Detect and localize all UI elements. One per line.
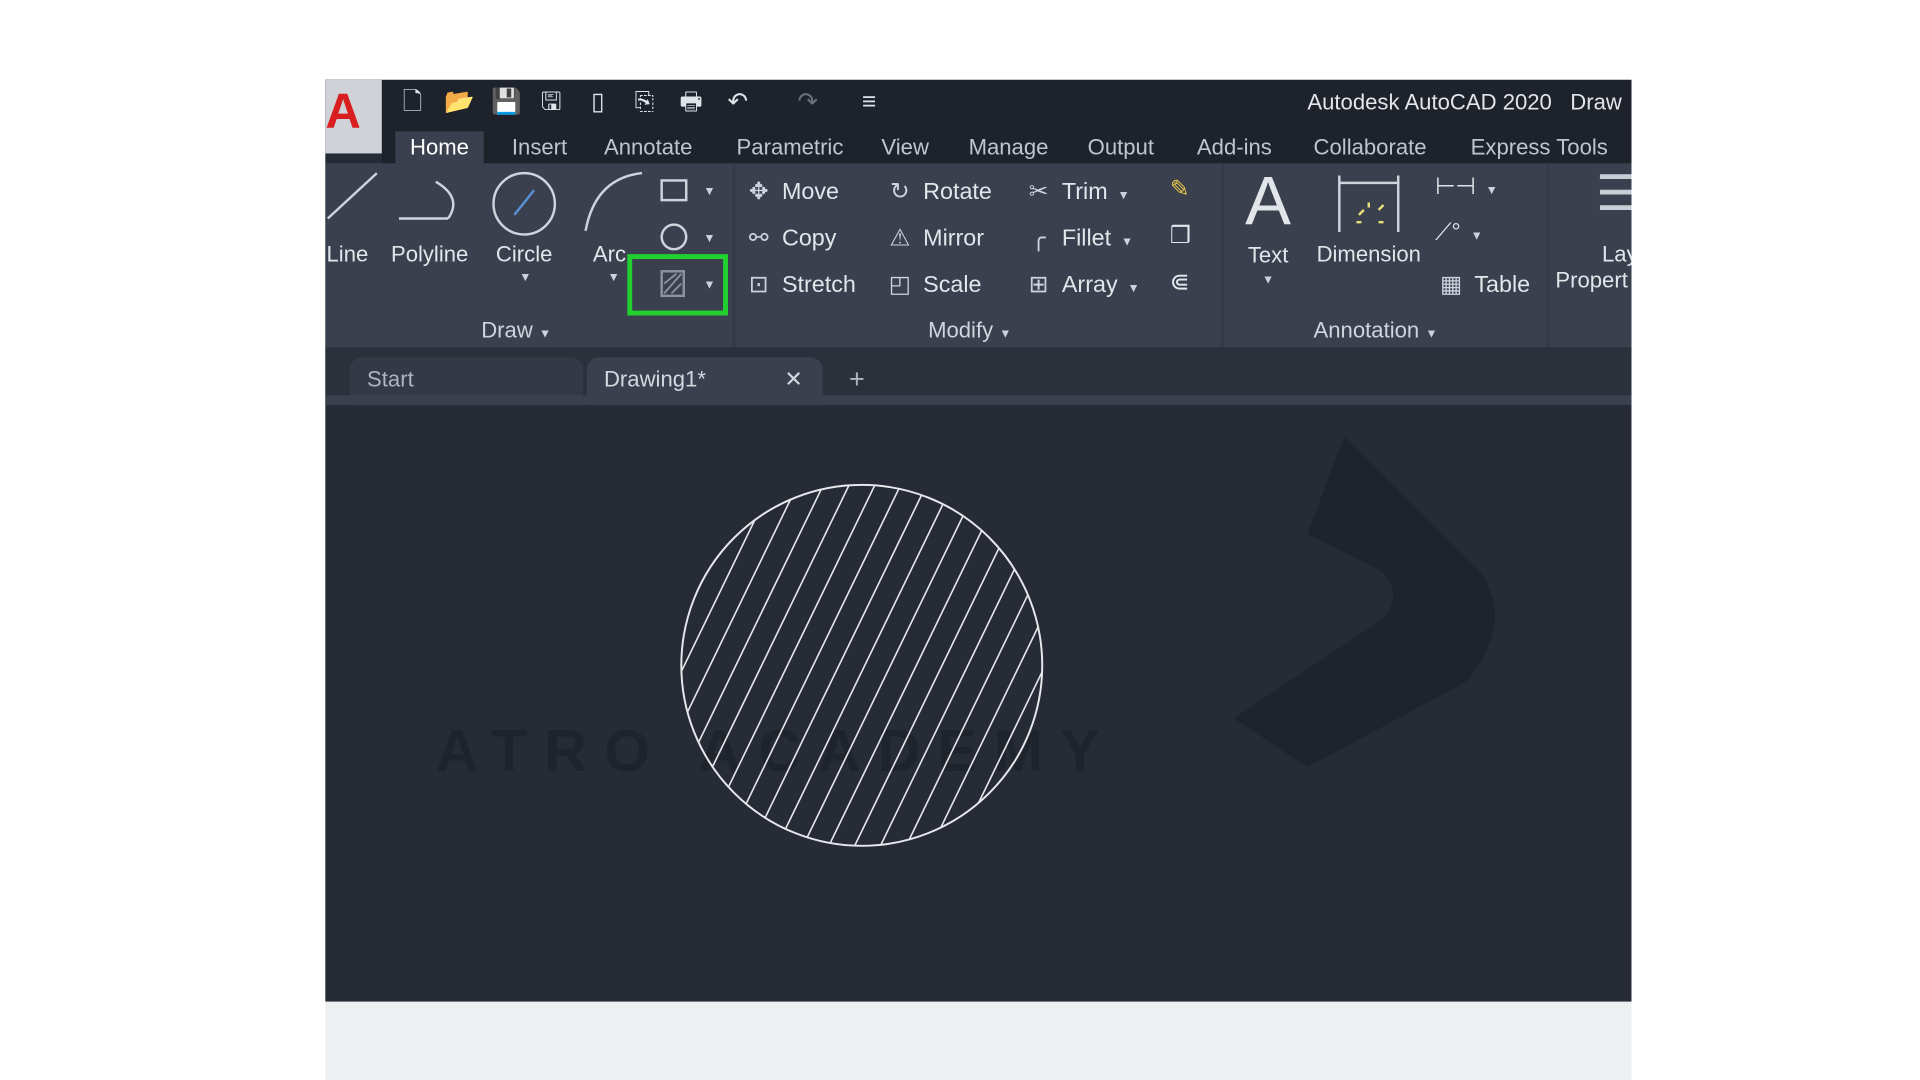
title-bar: 🗋 📂 💾 🖫 ▯ ⎘ 🖶 ↶ ↷ ≡ Autodesk AutoCAD 202…: [325, 79, 1632, 127]
tab-manage[interactable]: Manage: [954, 131, 1063, 163]
trim-button[interactable]: ✂ Trim ▼: [1023, 178, 1130, 206]
hatch-line: [1048, 479, 1049, 860]
hatch-line: [681, 484, 782, 846]
stretch-icon: ⊡: [748, 272, 769, 299]
open-web-icon[interactable]: ▯: [584, 87, 611, 116]
array-icon: ⊞: [1028, 272, 1049, 299]
modify-panel-label[interactable]: Modify ▼: [928, 318, 1011, 344]
tab-collaborate[interactable]: Collaborate: [1299, 131, 1441, 163]
tab-parametric[interactable]: Parametric: [722, 131, 858, 163]
divider: [1221, 163, 1224, 348]
linear-dimension-icon[interactable]: ⊢⊣ ▼: [1435, 173, 1498, 201]
text-icon: A: [1245, 162, 1292, 240]
fillet-button[interactable]: ╭ Fillet ▼: [1023, 225, 1134, 253]
hatch-line: [944, 484, 1043, 846]
tab-add-ins[interactable]: Add-ins: [1182, 131, 1286, 163]
autocad-logo-icon: A: [325, 84, 361, 139]
dimension-button[interactable]: Dimension: [1310, 242, 1428, 268]
draw-panel-label[interactable]: Draw ▼: [481, 318, 551, 344]
hatch-line: [681, 484, 859, 846]
mirror-button[interactable]: ⚠ Mirror: [884, 225, 984, 253]
line-button[interactable]: Line: [325, 242, 369, 268]
hatch-line: [918, 484, 1043, 846]
polyline-button[interactable]: Polyline: [387, 242, 473, 268]
rotate-button[interactable]: ↻ Rotate: [884, 178, 992, 206]
hatched-circle: [669, 479, 1049, 860]
trim-icon: ✂: [1028, 179, 1049, 206]
hatch-line: [681, 484, 705, 846]
divider: [1546, 163, 1550, 348]
hatch-button-highlight[interactable]: [627, 254, 728, 316]
copy-button[interactable]: ⚯ Copy: [743, 225, 837, 253]
tab-view[interactable]: View: [867, 131, 944, 163]
tab-annotate[interactable]: Annotate: [589, 131, 707, 163]
array-button[interactable]: ⊞ Array ▼: [1023, 271, 1140, 299]
scale-button[interactable]: ◰ Scale: [884, 271, 982, 299]
share-icon[interactable]: ⎘: [631, 87, 658, 116]
tab-home[interactable]: Home: [395, 131, 484, 164]
hatch-line: [1021, 484, 1043, 846]
hatch-line: [686, 484, 885, 846]
text-button[interactable]: Text: [1236, 243, 1300, 269]
hatch-line: [681, 484, 730, 846]
hatch-line: [669, 479, 678, 860]
divider: [732, 163, 736, 348]
tab-divider: [325, 395, 1632, 406]
customize-icon[interactable]: ≡: [856, 87, 883, 116]
tab-express-tools[interactable]: Express Tools: [1456, 131, 1623, 163]
autocad-window: 🗋 📂 💾 🖫 ▯ ⎘ 🖶 ↶ ↷ ≡ Autodesk AutoCAD 202…: [325, 79, 1632, 1002]
undo-icon[interactable]: ↶: [724, 87, 751, 116]
stretch-button[interactable]: ⊡ Stretch: [743, 271, 856, 299]
offset-icon[interactable]: ⋐: [1170, 269, 1190, 297]
mirror-icon: ⚠: [889, 225, 911, 252]
hatch-line: [764, 484, 962, 846]
annotation-panel-label[interactable]: Annotation ▼: [1314, 318, 1438, 344]
page-footer-area: [325, 1001, 1632, 1080]
app-menu-button[interactable]: A: [325, 79, 382, 154]
copy-icon: ⚯: [748, 225, 769, 252]
rectangle-dropdown-icon[interactable]: ▼: [703, 185, 715, 199]
layer-properties-icon: ☰: [1596, 166, 1632, 222]
hatch-line: [867, 484, 1043, 846]
table-button[interactable]: ▦ Table: [1435, 271, 1530, 299]
new-file-icon[interactable]: 🗋: [399, 87, 426, 116]
hatch-line: [892, 484, 1043, 846]
redo-icon[interactable]: ↷: [794, 87, 821, 116]
fillet-icon: ╭: [1031, 225, 1046, 252]
hatch-line: [738, 484, 937, 846]
hatch-line: [789, 484, 988, 846]
chevron-down-icon[interactable]: ▼: [608, 271, 620, 285]
move-icon: ✥: [748, 179, 769, 206]
app-title: Autodesk AutoCAD 2020 Draw: [1307, 89, 1622, 115]
layer-properties-button[interactable]: LayerPropert: [1555, 242, 1631, 294]
tab-output[interactable]: Output: [1073, 131, 1169, 163]
leader-icon[interactable]: ⟋° ▼: [1435, 220, 1483, 247]
open-folder-icon[interactable]: 📂: [444, 87, 475, 116]
scale-icon: ◰: [888, 272, 911, 299]
table-icon: ▦: [1439, 272, 1463, 299]
hatch-line: [841, 484, 1040, 846]
move-button[interactable]: ✥ Move: [743, 178, 839, 206]
ellipse-dropdown-icon[interactable]: ▼: [703, 232, 715, 246]
rotate-icon: ↻: [890, 179, 910, 206]
save-as-icon[interactable]: 🖫: [538, 87, 565, 116]
hatch-line: [681, 484, 834, 846]
erase-icon[interactable]: ✎: [1170, 176, 1190, 204]
chevron-down-icon[interactable]: ▼: [519, 271, 531, 285]
arc-button[interactable]: Arc: [593, 242, 630, 268]
dimension-icon: [1338, 175, 1400, 233]
hatch-line: [970, 484, 1043, 846]
explode-icon[interactable]: ❒: [1170, 222, 1191, 250]
ribbon: Line Polyline Circle Arc ▼ ▼ ▼ ▼ ▼ Draw …: [325, 162, 1632, 348]
tab-insert[interactable]: Insert: [497, 131, 582, 163]
circle-button[interactable]: Circle: [490, 242, 559, 268]
chevron-down-icon[interactable]: ▼: [1262, 274, 1274, 288]
save-icon[interactable]: 💾: [491, 87, 522, 116]
hatch-line: [815, 484, 1014, 846]
ribbon-tabs: Home Insert Annotate Parametric View Man…: [381, 126, 1632, 164]
print-icon[interactable]: 🖶: [678, 87, 705, 116]
watermark-shape: [1233, 435, 1496, 768]
